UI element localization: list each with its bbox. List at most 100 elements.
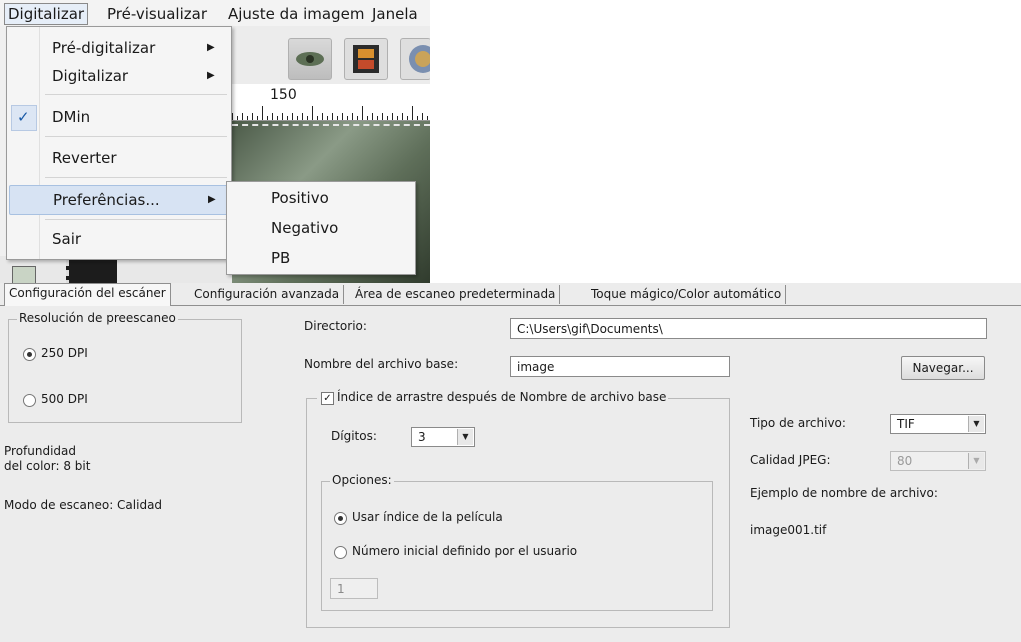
menu-separator [45, 136, 227, 137]
menu-digitalizar[interactable]: Digitalizar [4, 3, 89, 25]
jpeg-quality-select[interactable]: 80 ▼ [890, 451, 986, 471]
preferencias-submenu: Positivo Negativo PB [226, 181, 416, 275]
submenu-arrow-icon: ▶ [208, 194, 216, 205]
ruler-tick [292, 113, 293, 120]
digits-select[interactable]: 3 ▼ [411, 427, 475, 447]
radio-500dpi[interactable] [23, 394, 36, 407]
menu-item-dmin[interactable]: ✓ DMin [7, 103, 231, 131]
radio-250dpi[interactable] [23, 348, 36, 361]
tab-bar: Configuración del escáner Configuración … [0, 283, 1021, 306]
ruler-tick [237, 116, 238, 120]
digitalizar-dropdown-menu: Pré-digitalizar ▶ Digitalizar ▶ ✓ DMin R… [6, 26, 232, 260]
ruler-tick [247, 116, 248, 120]
crop-frame-line [232, 124, 430, 126]
radio-use-film-index[interactable] [334, 512, 347, 525]
menu-item-preferencias[interactable]: Preferências... ▶ [9, 185, 229, 215]
menu-janela[interactable]: Janela [369, 4, 421, 24]
file-type-label: Tipo de archivo: [750, 416, 846, 430]
ruler-tick [427, 116, 428, 120]
ruler-tick [347, 116, 348, 120]
ruler-tick [422, 113, 423, 120]
index-checkbox[interactable]: ✓ [321, 392, 334, 405]
ruler-tick [312, 106, 313, 120]
jpeg-quality-value: 80 [897, 454, 913, 468]
ruler-tick [392, 113, 393, 120]
jpeg-quality-label: Calidad JPEG: [750, 453, 831, 467]
tab-toque-magico[interactable]: Toque mágico/Color automático [587, 285, 787, 304]
user-start-number-label: Número inicial definido por el usuario [352, 544, 578, 558]
ruler-tick [332, 113, 333, 120]
ruler-tick [262, 106, 263, 120]
film-strip-icon[interactable] [344, 38, 388, 80]
menu-item-digitalizar[interactable]: Digitalizar ▶ [7, 62, 231, 90]
preview-resolution-title: Resolución de preescaneo [17, 311, 178, 325]
ruler-label: 150 [270, 87, 297, 103]
radio-250dpi-label: 250 DPI [41, 346, 88, 360]
start-number-input[interactable]: 1 [330, 578, 378, 599]
menu-ajuste-da-imagem[interactable]: Ajuste da imagem [225, 4, 367, 24]
color-depth-label: Profundidad [4, 444, 77, 458]
radio-user-start-number[interactable] [334, 546, 347, 559]
index-group-title: Índice de arrastre después de Nombre de … [317, 390, 669, 404]
menu-separator [45, 94, 227, 95]
menu-item-label: Digitalizar [52, 67, 129, 85]
browse-button[interactable]: Navegar... [901, 356, 985, 380]
menu-item-pre-digitalizar[interactable]: Pré-digitalizar ▶ [7, 34, 231, 62]
ruler-tick [287, 116, 288, 120]
ruler-tick [367, 116, 368, 120]
check-icon: ✓ [17, 108, 30, 126]
example-label: Ejemplo de nombre de archivo: [750, 486, 938, 500]
eye-preview-icon[interactable] [288, 38, 332, 80]
ruler-tick [297, 116, 298, 120]
example-value: image001.tif [750, 523, 827, 537]
ruler-tick [352, 113, 353, 120]
use-film-index-label: Usar índice de la película [352, 510, 503, 524]
menu-item-label: Preferências... [53, 191, 160, 209]
tab-configuracion-avanzada[interactable]: Configuración avanzada [190, 285, 345, 304]
ruler-tick [232, 113, 233, 120]
color-wheel-icon[interactable] [400, 38, 430, 80]
menu-pre-visualizar[interactable]: Pré-visualizar [104, 4, 210, 24]
ruler-tick [387, 116, 388, 120]
ruler-tick [257, 116, 258, 120]
scan-mode-label: Modo de escaneo: Calidad [4, 498, 163, 512]
preview-resolution-group: Resolución de preescaneo 250 DPI 500 DPI [8, 311, 242, 423]
ruler-tick [252, 113, 253, 120]
tab-configuracion-escaner[interactable]: Configuración del escáner [4, 283, 171, 306]
ruler-tick [407, 116, 408, 120]
color-depth-value: del color: 8 bit [4, 459, 91, 473]
submenu-arrow-icon: ▶ [207, 42, 215, 53]
ruler-tick [382, 113, 383, 120]
menu-item-sair[interactable]: Sair [7, 225, 231, 253]
ruler-tick [397, 116, 398, 120]
menu-item-reverter[interactable]: Reverter [7, 144, 231, 172]
digits-value: 3 [418, 430, 426, 444]
ruler-tick [327, 116, 328, 120]
chevron-down-icon: ▼ [457, 429, 473, 445]
ruler-tick [362, 106, 363, 120]
chevron-down-icon: ▼ [968, 453, 984, 469]
submenu-item-positivo[interactable]: Positivo [271, 185, 329, 211]
menu-item-label: DMin [52, 108, 91, 126]
menu-item-label: Sair [52, 230, 82, 248]
scanner-app-window: Digitalizar Pré-visualizar Ajuste da ima… [0, 0, 430, 286]
ruler-tick [412, 106, 413, 120]
base-name-input[interactable]: image [510, 356, 730, 377]
submenu-item-negativo[interactable]: Negativo [271, 215, 338, 241]
menu-separator [45, 219, 227, 220]
directory-input[interactable]: C:\Users\gif\Documents\ [510, 318, 987, 339]
chevron-down-icon: ▼ [968, 416, 984, 432]
ruler-tick [337, 116, 338, 120]
index-group: Índice de arrastre después de Nombre de … [306, 390, 730, 628]
file-type-select[interactable]: TIF ▼ [890, 414, 986, 434]
ruler-tick [302, 113, 303, 120]
submenu-arrow-icon: ▶ [207, 70, 215, 81]
ruler-tick [342, 113, 343, 120]
submenu-item-pb[interactable]: PB [271, 245, 290, 271]
scanner-settings-dialog: Configuración del escáner Configuración … [0, 283, 1021, 642]
options-group: Opciones: Usar índice de la película Núm… [321, 473, 713, 611]
tab-area-escaneo[interactable]: Área de escaneo predeterminada [351, 285, 561, 304]
base-name-label: Nombre del archivo base: [304, 357, 459, 371]
ruler-tick [417, 116, 418, 120]
file-type-value: TIF [897, 417, 915, 431]
